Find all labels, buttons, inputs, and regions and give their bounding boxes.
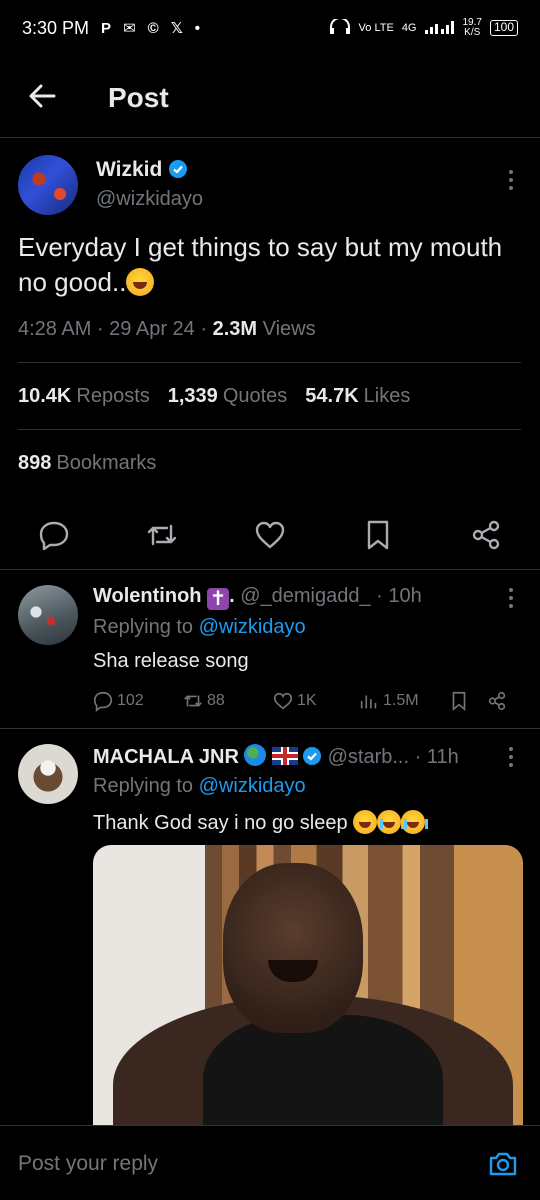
reply-author-name[interactable]: MACHALA JNR <box>93 746 239 768</box>
reply-header: Wolentinoh ✝. @_demigadd_ · 10h <box>93 585 422 610</box>
tweet-date: 29 Apr 24 <box>109 318 195 340</box>
reply-icon <box>93 691 113 712</box>
notification-icon-message: ✉ <box>123 20 136 37</box>
reply-compose-bar: Post your reply <box>0 1125 540 1200</box>
like-icon <box>273 692 293 710</box>
reply-time: · 10h <box>376 585 422 607</box>
quotes-stat[interactable]: 1,339 Quotes <box>168 385 288 408</box>
back-arrow-icon[interactable] <box>26 80 58 112</box>
more-options-icon[interactable] <box>508 747 514 769</box>
reply-button[interactable]: 102 <box>92 690 144 712</box>
laughing-emoji-icon <box>353 810 378 834</box>
views-button[interactable]: 1.5M <box>358 690 419 712</box>
reply-header: MACHALA JNR @starb... · 11h <box>93 744 459 769</box>
tweet-text: Everyday I get things to say but my mout… <box>18 232 503 297</box>
tweet-meta: 4:28 AM · 29 Apr 24 · 2.3M Views <box>18 318 316 340</box>
notification-icon-p: P <box>101 19 112 37</box>
avatar[interactable] <box>18 585 78 645</box>
reply-input[interactable]: Post your reply <box>18 1152 158 1176</box>
more-options-icon[interactable] <box>508 588 514 610</box>
repost-icon[interactable] <box>145 518 179 552</box>
reply-author-handle[interactable]: @starb... <box>328 746 409 768</box>
bookmark-button[interactable] <box>448 690 470 712</box>
repost-button[interactable]: 88 <box>182 690 225 712</box>
views-count: 2.3M <box>212 318 258 340</box>
bookmark-icon <box>452 691 466 712</box>
reposts-stat[interactable]: 10.4K Reposts <box>18 385 150 408</box>
reply-text: Thank God say i no go sleep <box>93 810 429 835</box>
divider <box>0 569 540 570</box>
replying-to-link[interactable]: @wizkidayo <box>199 775 306 797</box>
more-options-icon[interactable] <box>508 170 514 192</box>
reply-icon[interactable] <box>37 518 71 552</box>
page-title: Post <box>108 82 169 113</box>
notification-dot-icon: • <box>194 19 201 37</box>
bookmark-icon[interactable] <box>361 518 395 552</box>
views-label: Views <box>262 318 316 340</box>
divider <box>18 362 521 363</box>
signal-icon <box>424 20 455 37</box>
divider <box>18 429 521 430</box>
avatar[interactable] <box>18 155 78 215</box>
reply-text: Sha release song <box>93 650 249 672</box>
crying-emoji-icon <box>401 810 429 834</box>
divider <box>0 728 540 729</box>
network-type: 4G <box>401 22 417 34</box>
reply-media-image[interactable] <box>93 845 523 1125</box>
tweet-time: 4:28 AM <box>18 318 92 340</box>
bookmarks-stat[interactable]: 898 Bookmarks <box>18 452 156 475</box>
crying-emoji-icon <box>377 810 405 834</box>
replying-to: Replying to @wizkidayo <box>93 616 306 638</box>
avatar[interactable] <box>18 744 78 804</box>
reply-time: · 11h <box>414 746 459 768</box>
status-time: 3:30 PM <box>22 17 90 38</box>
globe-emoji-icon <box>244 744 267 766</box>
uk-flag-icon <box>272 747 299 765</box>
verified-badge-icon <box>303 747 322 765</box>
status-bar: 3:30 PM P ✉ © 𝕏 • Vo LTE 4G 19.7 K/S 100 <box>0 0 540 56</box>
tweet-actions <box>0 518 540 552</box>
share-icon[interactable] <box>469 518 503 552</box>
notification-icon-x: 𝕏 <box>170 20 183 37</box>
camera-icon[interactable] <box>487 1148 519 1180</box>
author-name[interactable]: Wizkid <box>96 158 188 182</box>
like-button[interactable]: 1K <box>272 690 317 712</box>
page-header: Post <box>0 70 540 126</box>
engagement-stats: 10.4K Reposts 1,339 Quotes 54.7K Likes <box>18 385 410 408</box>
verified-badge-icon <box>169 160 188 178</box>
reply-actions: 102 88 1K 1.5M <box>92 690 522 716</box>
share-icon <box>488 691 506 711</box>
notification-icon-whatsapp: © <box>147 19 159 37</box>
views-icon <box>360 695 377 709</box>
reply-author-handle[interactable]: @_demigadd_ <box>240 585 370 607</box>
replying-to: Replying to @wizkidayo <box>93 775 306 797</box>
volte-indicator: Vo LTE <box>358 22 394 34</box>
repost-icon <box>184 695 202 707</box>
laughing-emoji-icon <box>126 268 155 296</box>
cross-emoji-icon: ✝ <box>207 588 230 610</box>
like-icon[interactable] <box>253 518 287 552</box>
share-button[interactable] <box>486 690 508 712</box>
likes-stat[interactable]: 54.7K Likes <box>305 385 410 408</box>
network-speed: 19.7 K/S <box>462 17 482 38</box>
reply-author-name[interactable]: Wolentinoh <box>93 585 202 607</box>
replying-to-link[interactable]: @wizkidayo <box>199 616 306 638</box>
battery-icon: 100 <box>489 20 518 36</box>
divider <box>0 137 540 138</box>
headphones-icon <box>329 16 351 38</box>
author-handle[interactable]: @wizkidayo <box>96 188 203 211</box>
